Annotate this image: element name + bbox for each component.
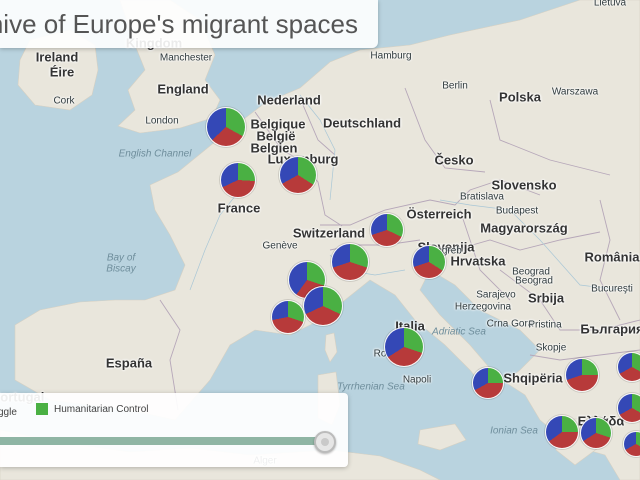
pie-marker-paris[interactable] (220, 162, 256, 198)
pie-marker-lesvos[interactable] (617, 352, 640, 382)
city-label-london: London (145, 115, 179, 127)
country-label-ireland: Ireland (35, 49, 79, 65)
country-label-deutschland: Deutschland (322, 115, 402, 131)
city-label-crna-gora: Crna Gora (486, 318, 534, 330)
legend-swatch-green (36, 403, 48, 415)
water-label-adriatic-sea: Adriatic Sea (432, 326, 486, 338)
country-label-rom-nia: România (584, 249, 640, 265)
timeline-slider-handle[interactable] (314, 431, 336, 453)
map-viewport[interactable]: Bay of Biscay English Channel Adriatic Sea T… (0, 0, 640, 480)
pie-marker-nice[interactable] (271, 300, 305, 334)
country-label-nederland: Nederland (257, 92, 321, 108)
country-label-switzerland: Switzerland (292, 225, 366, 241)
water-label-english-channel: English Channel (118, 148, 192, 160)
city-label-gen-ve: Genève (262, 240, 298, 252)
country-label-france: France (217, 200, 261, 216)
pie-marker-chios[interactable] (617, 393, 640, 423)
page-title: hive of Europe's migrant spaces (0, 9, 358, 39)
pie-marker-milano[interactable] (331, 243, 369, 281)
city-label-sarajevo: Sarajevo (476, 289, 516, 301)
water-label-bay-of: Bay of (106, 252, 136, 264)
city-label-beograd: Beograd (515, 275, 553, 287)
pie-marker-trieste[interactable] (412, 245, 446, 279)
city-label-budapest: Budapest (495, 205, 539, 217)
legend-item-struggle[interactable]: ggle (0, 407, 17, 418)
water-label-ionian-sea: Ionian Sea (490, 425, 538, 437)
country-label-shqip-ria: Shqipëria (503, 370, 563, 386)
pie-marker-ventimiglia[interactable] (303, 286, 343, 326)
city-label-pristina: Pristina (528, 319, 562, 331)
city-label-herzegovina: Herzegovina (454, 301, 512, 313)
legend-item-humanitarian-control[interactable]: Humanitarian Control (36, 403, 149, 415)
city-label-berlin: Berlin (442, 80, 468, 92)
pie-marker-patras[interactable] (545, 415, 579, 449)
country-label--esko: Česko (434, 152, 474, 168)
water-label-tyrrhenian-sea: Tyrrhenian Sea (337, 381, 405, 393)
pie-marker-calais[interactable] (206, 107, 246, 147)
title-panel: hive of Europe's migrant spaces (0, 0, 378, 48)
city-label-bucure-ti: Bucureşti (591, 283, 633, 295)
country-label-england: England (157, 81, 209, 97)
country-label-srbija: Srbija (527, 290, 565, 306)
country-label-magyarorsz-g: Magyarország (480, 220, 568, 236)
land-corsica (324, 332, 338, 363)
pie-marker-metz[interactable] (279, 156, 317, 194)
city-label-hamburg: Hamburg (370, 50, 412, 62)
pie-marker-roma[interactable] (384, 327, 424, 367)
city-label-bratislava: Bratislava (460, 191, 504, 203)
city-label-warszawa: Warszawa (551, 86, 599, 98)
legend-label-struggle: ggle (0, 407, 17, 418)
water-label-biscay: Biscay (106, 263, 136, 275)
city-label-lietuva: Lietuva (593, 0, 627, 9)
country-label--ire: Éire (49, 64, 75, 80)
legend-label-humanitarian-control: Humanitarian Control (54, 403, 149, 415)
city-label-napoli: Napoli (402, 374, 432, 386)
city-label-skopje: Skopje (535, 342, 567, 354)
legend-panel: ggle Humanitarian Control (0, 393, 348, 467)
pie-marker-athens[interactable] (580, 417, 612, 449)
land-sicily (417, 423, 467, 451)
pie-marker-brennero[interactable] (370, 213, 404, 247)
timeline-slider-track[interactable] (0, 437, 324, 445)
city-label-cork: Cork (53, 95, 75, 107)
country-label-slovensko: Slovensko (491, 177, 557, 193)
country-label--sterreich: Österreich (406, 206, 472, 222)
city-label-manchester: Manchester (159, 52, 213, 64)
pie-marker-brindisi[interactable] (472, 367, 504, 399)
country-label-espa-a: España (105, 355, 153, 371)
pie-marker-thessaloniki[interactable] (565, 358, 599, 392)
country-label--: България (580, 321, 640, 337)
country-label-polska: Polska (499, 89, 541, 105)
